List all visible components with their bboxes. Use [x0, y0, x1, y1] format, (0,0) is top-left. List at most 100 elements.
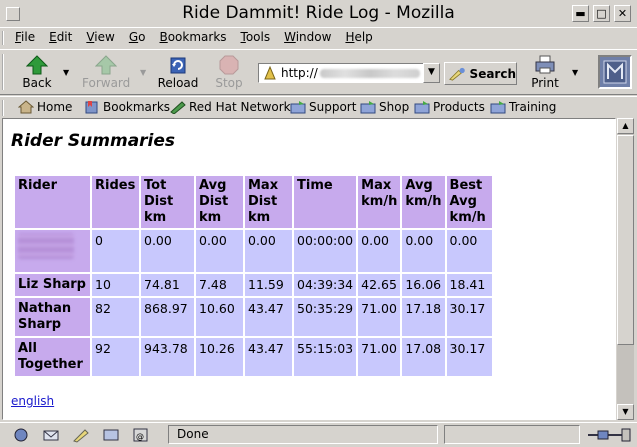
forward-history-dropdown[interactable]: ▼ — [140, 68, 146, 77]
menu-bookmarks[interactable]: Bookmarks — [152, 28, 233, 48]
reload-label: Reload — [157, 76, 199, 90]
col-header-max-dist: Max Dist km — [245, 176, 292, 228]
table-cell: 943.78 — [141, 338, 194, 376]
table-cell: 0.00 — [196, 230, 243, 272]
table-cell: 16.06 — [402, 274, 445, 296]
vertical-scrollbar[interactable]: ▲ ▼ — [617, 118, 634, 420]
folder-icon — [490, 101, 506, 114]
rider-summary-table: Rider Rides Tot Dist km Avg Dist km Max … — [13, 174, 494, 378]
stop-label: Stop — [215, 76, 243, 90]
table-cell: 71.00 — [358, 338, 401, 376]
navigation-toolbar: Back ▼ Forward ▼ Reload Stop http:// ▼ S… — [0, 49, 637, 95]
col-header-best-avg: Best Avg km/h — [446, 176, 492, 228]
search-label: Search — [469, 66, 516, 81]
connection-status — [584, 426, 634, 443]
window-controls: ▬ □ ✕ — [572, 5, 631, 22]
maximize-button[interactable]: □ — [593, 5, 610, 22]
table-cell: 0.00 — [141, 230, 194, 272]
table-cell: 0.00 — [245, 230, 292, 272]
rider-name: All Together — [15, 338, 90, 376]
col-header-avg-speed: Avg km/h — [402, 176, 445, 228]
site-icon — [264, 65, 276, 80]
table-cell: 11.59 — [245, 274, 292, 296]
bookmark-products-label: Products — [433, 100, 485, 114]
bookmark-shop[interactable]: Shop — [360, 100, 409, 114]
minimize-button[interactable]: ▬ — [572, 5, 589, 22]
menu-tools[interactable]: Tools — [234, 28, 278, 48]
mozilla-throbber[interactable] — [598, 55, 632, 89]
scroll-down-button[interactable]: ▼ — [617, 404, 634, 420]
personal-toolbar-grip[interactable] — [2, 100, 10, 116]
print-button[interactable]: Print — [522, 53, 568, 93]
bookmark-products[interactable]: Products — [414, 100, 485, 114]
url-history-dropdown[interactable]: ▼ — [423, 63, 440, 83]
status-bar: @ Done — [0, 422, 637, 447]
menu-go[interactable]: Go — [122, 28, 153, 48]
table-cell: 82 — [92, 298, 139, 336]
table-cell: 00:00:00 — [294, 230, 357, 272]
bookmark-support[interactable]: Support — [290, 100, 356, 114]
language-link-english[interactable]: english — [11, 394, 54, 408]
bookmark-bookmarks[interactable]: Bookmarks — [84, 100, 170, 114]
component-bar: @ — [12, 427, 150, 443]
menu-edit[interactable]: Edit — [42, 28, 79, 48]
scroll-up-button[interactable]: ▲ — [617, 118, 634, 134]
status-text: Done — [168, 425, 438, 444]
col-header-time: Time — [294, 176, 357, 228]
table-cell: 74.81 — [141, 274, 194, 296]
menu-window[interactable]: Window — [277, 28, 338, 48]
close-button[interactable]: ✕ — [614, 5, 631, 22]
scroll-thumb[interactable] — [617, 135, 634, 345]
mail-icon[interactable] — [42, 427, 60, 443]
navigator-icon[interactable] — [12, 427, 30, 443]
table-cell: 71.00 — [358, 298, 401, 336]
page-heading: Rider Summaries — [11, 131, 176, 151]
address-book-icon[interactable]: @ — [132, 427, 150, 443]
printer-icon — [535, 55, 555, 74]
table-cell: 18.41 — [446, 274, 492, 296]
bookmark-home-label: Home — [37, 100, 73, 114]
col-header-avg-dist: Avg Dist km — [196, 176, 243, 228]
table-cell: 0 — [92, 230, 139, 272]
composer-icon[interactable] — [72, 427, 90, 443]
bookmark-red-hat-network[interactable]: Red Hat Network — [170, 100, 291, 114]
bookmark-home[interactable]: Home — [18, 100, 72, 114]
bookmark-bookmarks-label: Bookmarks — [103, 100, 171, 114]
col-header-rider: Rider — [15, 176, 90, 228]
forward-arrow-icon — [95, 55, 117, 75]
title-bar: Ride Dammit! Ride Log - Mozilla ▬ □ ✕ — [0, 0, 637, 28]
table-cell: 43.47 — [245, 338, 292, 376]
reload-button[interactable]: Reload — [155, 53, 201, 93]
folder-icon — [290, 101, 306, 114]
menu-view[interactable]: View — [79, 28, 121, 48]
rider-name-redacted — [15, 230, 90, 272]
table-cell: 30.17 — [446, 298, 492, 336]
print-dropdown[interactable]: ▼ — [572, 68, 578, 77]
back-history-dropdown[interactable]: ▼ — [63, 68, 69, 77]
menubar-grip[interactable] — [2, 31, 10, 45]
forward-button[interactable]: Forward — [82, 53, 130, 93]
bookmark-training[interactable]: Training — [490, 100, 556, 114]
online-plug-icon[interactable] — [584, 426, 634, 443]
table-cell: 868.97 — [141, 298, 194, 336]
url-redacted — [319, 68, 420, 78]
menu-file[interactable]: File — [8, 28, 42, 48]
reload-icon — [170, 57, 186, 74]
chat-icon[interactable] — [102, 427, 120, 443]
search-button[interactable]: Search — [444, 62, 517, 85]
menu-help[interactable]: Help — [338, 28, 379, 48]
toolbar-grip[interactable] — [2, 54, 10, 90]
url-bar[interactable]: http:// — [258, 63, 440, 83]
progress-meter — [444, 425, 580, 444]
table-cell: 10.60 — [196, 298, 243, 336]
table-cell: 04:39:34 — [294, 274, 357, 296]
stop-button[interactable]: Stop — [206, 53, 252, 93]
table-cell: 0.00 — [446, 230, 492, 272]
bookmark-red-hat-network-label: Red Hat Network — [189, 100, 291, 114]
back-button[interactable]: Back — [14, 53, 60, 93]
stop-icon — [219, 55, 239, 75]
table-cell: 55:15:03 — [294, 338, 357, 376]
table-cell: 7.48 — [196, 274, 243, 296]
table-header-row: Rider Rides Tot Dist km Avg Dist km Max … — [15, 176, 492, 228]
table-cell: 50:35:29 — [294, 298, 357, 336]
